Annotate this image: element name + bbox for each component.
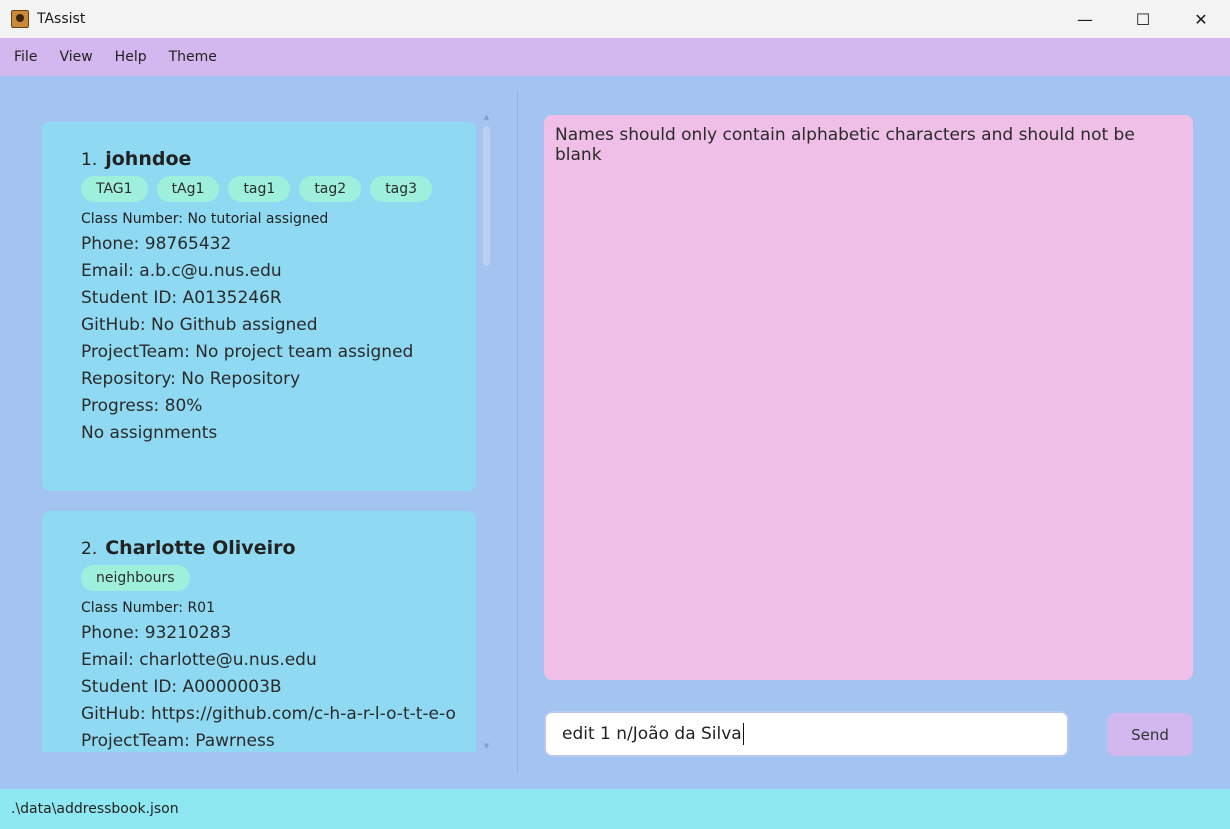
menu-help[interactable]: Help (104, 38, 158, 76)
maximize-icon[interactable]: ☐ (1114, 0, 1172, 38)
class-number: Class Number: No tutorial assigned (81, 211, 329, 227)
send-button[interactable]: Send (1107, 713, 1193, 756)
text-caret (742, 723, 744, 745)
scroll-up-icon[interactable]: ▲ (483, 114, 490, 121)
title-bar: TAssist — ☐ ✕ (0, 0, 1230, 38)
menu-file[interactable]: File (3, 38, 48, 76)
class-number: Class Number: R01 (81, 600, 215, 616)
tag: TAG1 (81, 176, 148, 202)
minimize-icon[interactable]: — (1056, 0, 1114, 38)
split-divider[interactable] (517, 90, 518, 774)
scroll-thumb[interactable] (483, 126, 490, 266)
tag: tag1 (228, 176, 291, 202)
window-title: TAssist (37, 11, 86, 27)
email: Email: charlotte@u.nus.edu (81, 650, 317, 670)
data-file-path: .\data\addressbook.json (11, 801, 179, 817)
person-card-header: 1. johndoe (81, 148, 476, 170)
person-index: 1. (81, 150, 98, 170)
app-icon (11, 10, 29, 28)
result-display: Names should only contain alphabetic cha… (544, 115, 1193, 680)
github: GitHub: No Github assigned (81, 315, 318, 335)
scroll-down-icon[interactable]: ▼ (483, 743, 490, 750)
person-index: 2. (81, 539, 98, 559)
window-controls: — ☐ ✕ (1056, 0, 1230, 38)
email: Email: a.b.c@u.nus.edu (81, 261, 282, 281)
list-scrollbar[interactable]: ▲ ▼ (480, 112, 493, 752)
command-input[interactable]: edit 1 n/João da Silva (544, 711, 1069, 757)
menu-bar: File View Help Theme (0, 38, 1230, 76)
phone: Phone: 93210283 (81, 623, 232, 643)
person-card-header: 2. Charlotte Oliveiro (81, 537, 476, 559)
progress: Progress: 80% (81, 396, 203, 416)
repository: Repository: No Repository (81, 369, 301, 389)
menu-theme[interactable]: Theme (158, 38, 228, 76)
tag: tAg1 (156, 176, 220, 202)
student-id: Student ID: A0135246R (81, 288, 282, 308)
person-list[interactable]: 1. johndoe TAG1 tAg1 tag1 tag2 tag3 Clas… (28, 116, 494, 752)
person-card[interactable]: 2. Charlotte Oliveiro neighbours Class N… (42, 511, 476, 752)
phone: Phone: 98765432 (81, 234, 232, 254)
tag: neighbours (81, 565, 190, 591)
project-team: ProjectTeam: Pawrness (81, 731, 275, 751)
menu-view[interactable]: View (48, 38, 103, 76)
result-message: Names should only contain alphabetic cha… (555, 125, 1135, 165)
status-bar: .\data\addressbook.json (0, 789, 1230, 829)
student-id: Student ID: A0000003B (81, 677, 282, 697)
tag-list: TAG1 tAg1 tag1 tag2 tag3 (81, 176, 476, 202)
command-text: edit 1 n/João da Silva (562, 724, 742, 744)
assignments: No assignments (81, 423, 218, 443)
close-icon[interactable]: ✕ (1172, 0, 1230, 38)
project-team: ProjectTeam: No project team assigned (81, 342, 414, 362)
person-name: Charlotte Oliveiro (105, 537, 296, 559)
tag: tag2 (299, 176, 362, 202)
main-content: 1. johndoe TAG1 tAg1 tag1 tag2 tag3 Clas… (0, 76, 1230, 789)
tag: tag3 (370, 176, 433, 202)
person-card[interactable]: 1. johndoe TAG1 tAg1 tag1 tag2 tag3 Clas… (42, 122, 476, 491)
person-name: johndoe (105, 148, 192, 170)
tag-list: neighbours (81, 565, 476, 591)
github: GitHub: https://github.com/c-h-a-r-l-o-t… (81, 704, 456, 724)
